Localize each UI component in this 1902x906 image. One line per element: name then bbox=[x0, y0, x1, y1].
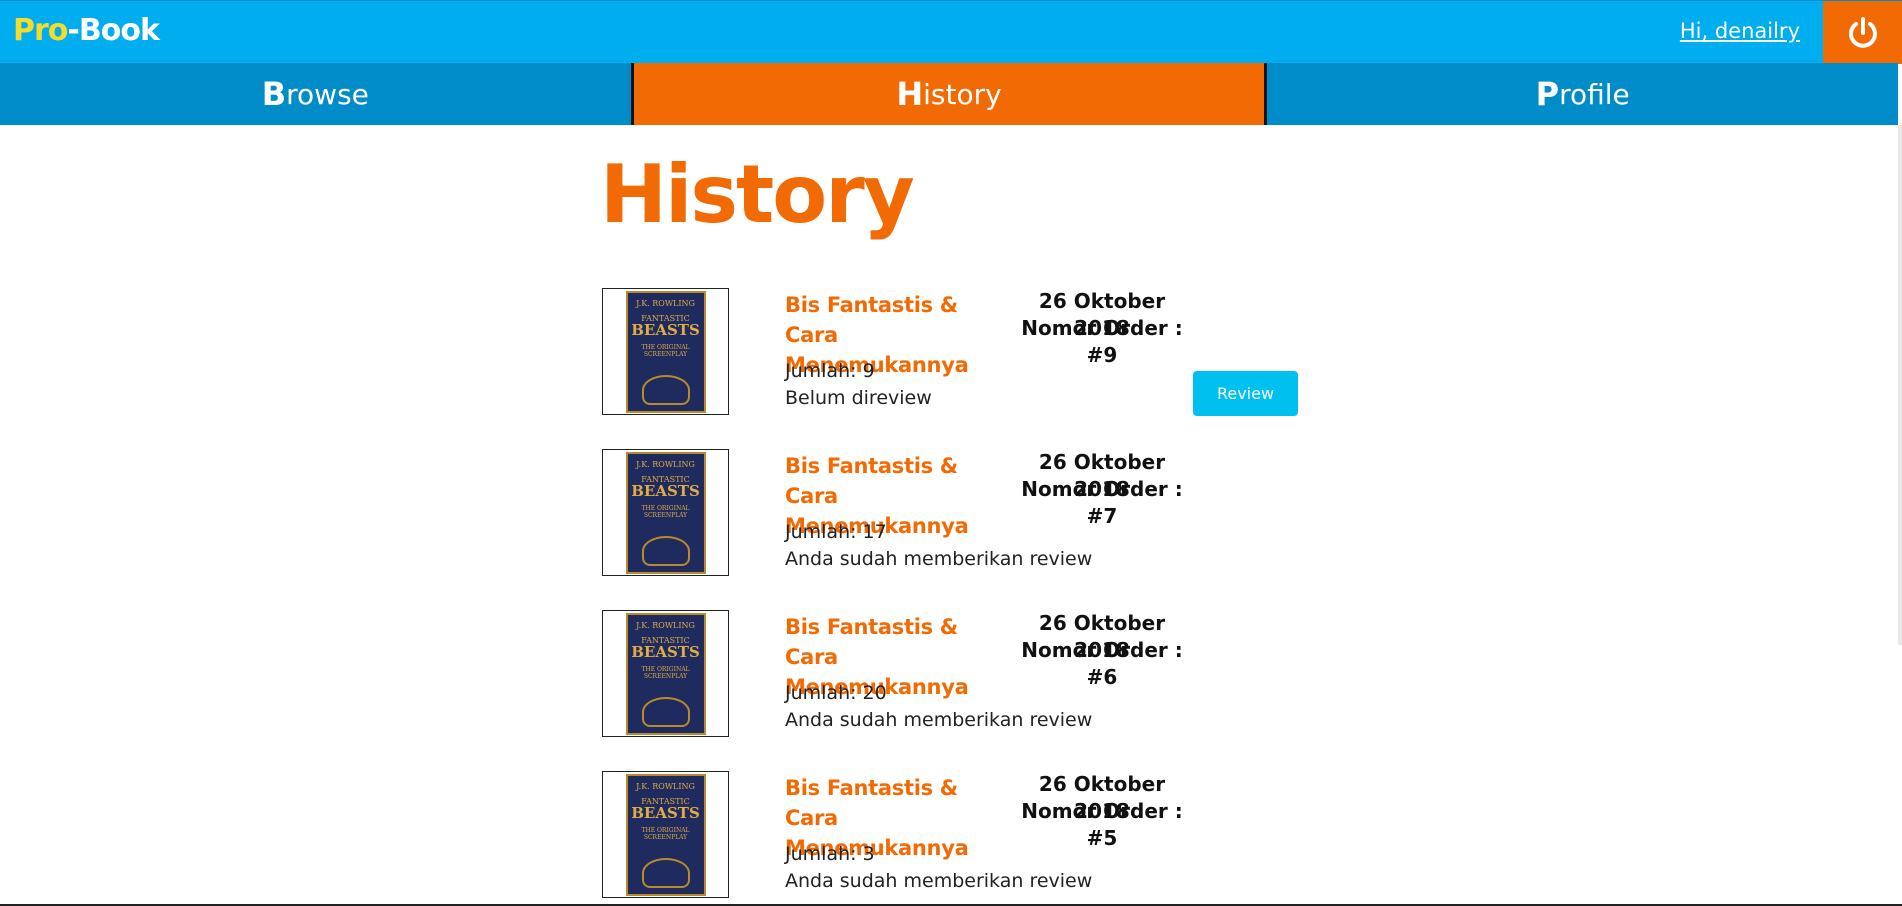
order-number: Nomor Order : #7 bbox=[1021, 477, 1183, 528]
tab-profile-cap: P bbox=[1535, 75, 1560, 113]
book-cover: J.K. ROWLING FANTASTIC BEASTS THE ORIGIN… bbox=[602, 771, 729, 898]
review-status: Anda sudah memberikan review bbox=[785, 870, 1093, 892]
book-cover-image: J.K. ROWLING FANTASTIC BEASTS THE ORIGIN… bbox=[625, 773, 706, 896]
tab-browse-cap: B bbox=[261, 75, 287, 113]
tab-profile[interactable]: Profile bbox=[1267, 63, 1899, 125]
tab-browse-label: rowse bbox=[286, 77, 369, 111]
nav-tabs: Browse History Profile bbox=[0, 63, 1899, 125]
tab-history-cap: H bbox=[896, 75, 924, 113]
scrollbar[interactable] bbox=[1898, 125, 1902, 645]
order-item: J.K. ROWLING FANTASTIC BEASTS THE ORIGIN… bbox=[602, 610, 1302, 740]
order-quantity: Jumlah: 17 bbox=[785, 521, 887, 543]
cover-line2: BEASTS bbox=[631, 320, 700, 339]
cover-line2: BEASTS bbox=[631, 642, 700, 661]
review-status: Anda sudah memberikan review bbox=[785, 548, 1093, 570]
user-greeting-link[interactable]: Hi, denailry bbox=[1680, 19, 1800, 43]
cover-ornament bbox=[641, 535, 690, 566]
cover-author: J.K. ROWLING bbox=[636, 620, 695, 630]
page-title: History bbox=[600, 148, 915, 241]
book-cover-image: J.K. ROWLING FANTASTIC BEASTS THE ORIGIN… bbox=[625, 451, 706, 574]
cover-line2: BEASTS bbox=[631, 481, 700, 500]
cover-author: J.K. ROWLING bbox=[636, 298, 695, 308]
book-cover: J.K. ROWLING FANTASTIC BEASTS THE ORIGIN… bbox=[602, 288, 729, 415]
review-button[interactable]: Review bbox=[1193, 371, 1298, 416]
logo-book: -Book bbox=[67, 13, 159, 48]
order-quantity: Jumlah: 9 bbox=[785, 360, 875, 382]
order-quantity: Jumlah: 20 bbox=[785, 682, 887, 704]
cover-line3: THE ORIGINAL SCREENPLAY bbox=[641, 826, 690, 841]
cover-ornament bbox=[641, 857, 690, 888]
cover-ornament bbox=[641, 696, 690, 727]
logo-pro: Pro bbox=[13, 13, 68, 48]
order-item: J.K. ROWLING FANTASTIC BEASTS THE ORIGIN… bbox=[602, 449, 1302, 579]
cover-line3: THE ORIGINAL SCREENPLAY bbox=[641, 665, 690, 680]
top-header: Pro-Book Hi, denailry bbox=[0, 0, 1902, 64]
tab-browse[interactable]: Browse bbox=[0, 63, 631, 125]
cover-line3: THE ORIGINAL SCREENPLAY bbox=[641, 504, 690, 519]
order-number: Nomor Order : #5 bbox=[1021, 799, 1183, 850]
cover-line3: THE ORIGINAL SCREENPLAY bbox=[641, 343, 690, 358]
cover-line2: BEASTS bbox=[631, 803, 700, 822]
order-number: Nomor Order : #6 bbox=[1021, 638, 1183, 689]
order-item: J.K. ROWLING FANTASTIC BEASTS THE ORIGIN… bbox=[602, 771, 1302, 901]
tab-profile-label: rofile bbox=[1559, 77, 1630, 111]
cover-author: J.K. ROWLING bbox=[636, 459, 695, 469]
tab-history[interactable]: History bbox=[630, 63, 1268, 125]
review-status: Anda sudah memberikan review bbox=[785, 709, 1093, 731]
book-cover: J.K. ROWLING FANTASTIC BEASTS THE ORIGIN… bbox=[602, 449, 729, 576]
order-item: J.K. ROWLING FANTASTIC BEASTS THE ORIGIN… bbox=[602, 288, 1302, 418]
book-cover: J.K. ROWLING FANTASTIC BEASTS THE ORIGIN… bbox=[602, 610, 729, 737]
book-cover-image: J.K. ROWLING FANTASTIC BEASTS THE ORIGIN… bbox=[625, 612, 706, 735]
tab-history-label: istory bbox=[923, 77, 1002, 111]
power-icon bbox=[1848, 16, 1877, 48]
cover-author: J.K. ROWLING bbox=[636, 781, 695, 791]
logout-button[interactable] bbox=[1823, 1, 1902, 64]
order-quantity: Jumlah: 3 bbox=[785, 843, 875, 865]
order-number: Nomor Order : #9 bbox=[1021, 316, 1183, 367]
cover-ornament bbox=[641, 374, 690, 405]
review-status: Belum direview bbox=[785, 387, 932, 409]
book-cover-image: J.K. ROWLING FANTASTIC BEASTS THE ORIGIN… bbox=[625, 290, 706, 413]
app-logo[interactable]: Pro-Book bbox=[13, 13, 160, 48]
